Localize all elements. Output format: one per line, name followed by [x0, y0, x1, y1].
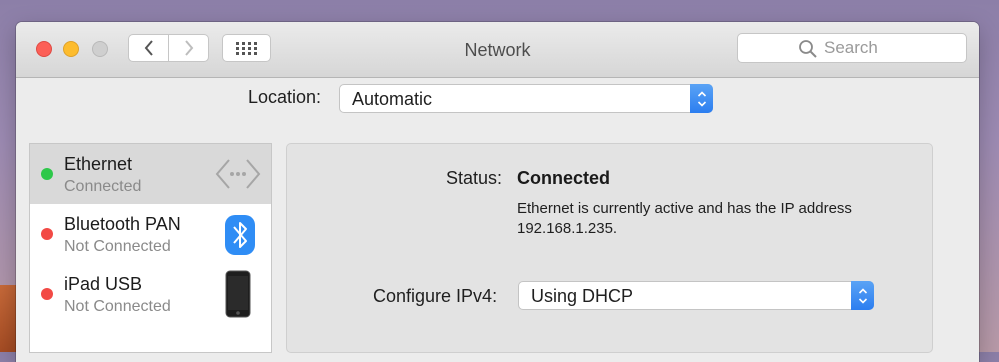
status-value: Connected	[517, 168, 611, 188]
status-label: Status:	[446, 168, 503, 188]
service-state: Not Connected	[64, 238, 171, 255]
popup-stepper	[690, 84, 713, 113]
search-field[interactable]: Search	[737, 33, 967, 63]
configure-ipv4-popup[interactable]: Using DHCP	[518, 281, 874, 310]
service-item-ipad-usb[interactable]: iPad USB Not Connected	[30, 264, 271, 324]
updown-chevron-icon	[697, 90, 706, 107]
titlebar: Network Search	[16, 22, 979, 78]
popup-stepper	[851, 281, 874, 310]
status-dot	[41, 288, 53, 300]
location-popup[interactable]: Automatic	[339, 84, 713, 113]
location-label: Location:	[248, 87, 322, 107]
desktop-wallpaper	[0, 285, 16, 352]
ethernet-icon	[215, 159, 261, 189]
configure-ipv4-label: Configure IPv4:	[373, 286, 498, 306]
service-state: Connected	[64, 178, 142, 195]
ipad-icon	[225, 270, 251, 318]
service-list: Ethernet Connected Bluetooth PAN Not Con…	[29, 143, 272, 353]
status-description: Ethernet is currently active and has the…	[517, 200, 852, 237]
status-dot	[41, 228, 53, 240]
service-name: iPad USB	[64, 274, 143, 294]
service-name: Bluetooth PAN	[64, 214, 181, 234]
updown-chevron-icon	[858, 287, 867, 304]
location-value: Automatic	[352, 89, 433, 109]
service-state: Not Connected	[64, 298, 171, 315]
search-placeholder: Search	[824, 38, 878, 57]
configure-ipv4-value: Using DHCP	[531, 286, 634, 306]
service-item-ethernet[interactable]: Ethernet Connected	[30, 144, 271, 204]
bluetooth-icon	[225, 215, 255, 255]
status-dot	[41, 168, 53, 180]
service-item-bluetooth-pan[interactable]: Bluetooth PAN Not Connected	[30, 204, 271, 264]
service-name: Ethernet	[64, 154, 133, 174]
search-icon	[799, 40, 817, 58]
